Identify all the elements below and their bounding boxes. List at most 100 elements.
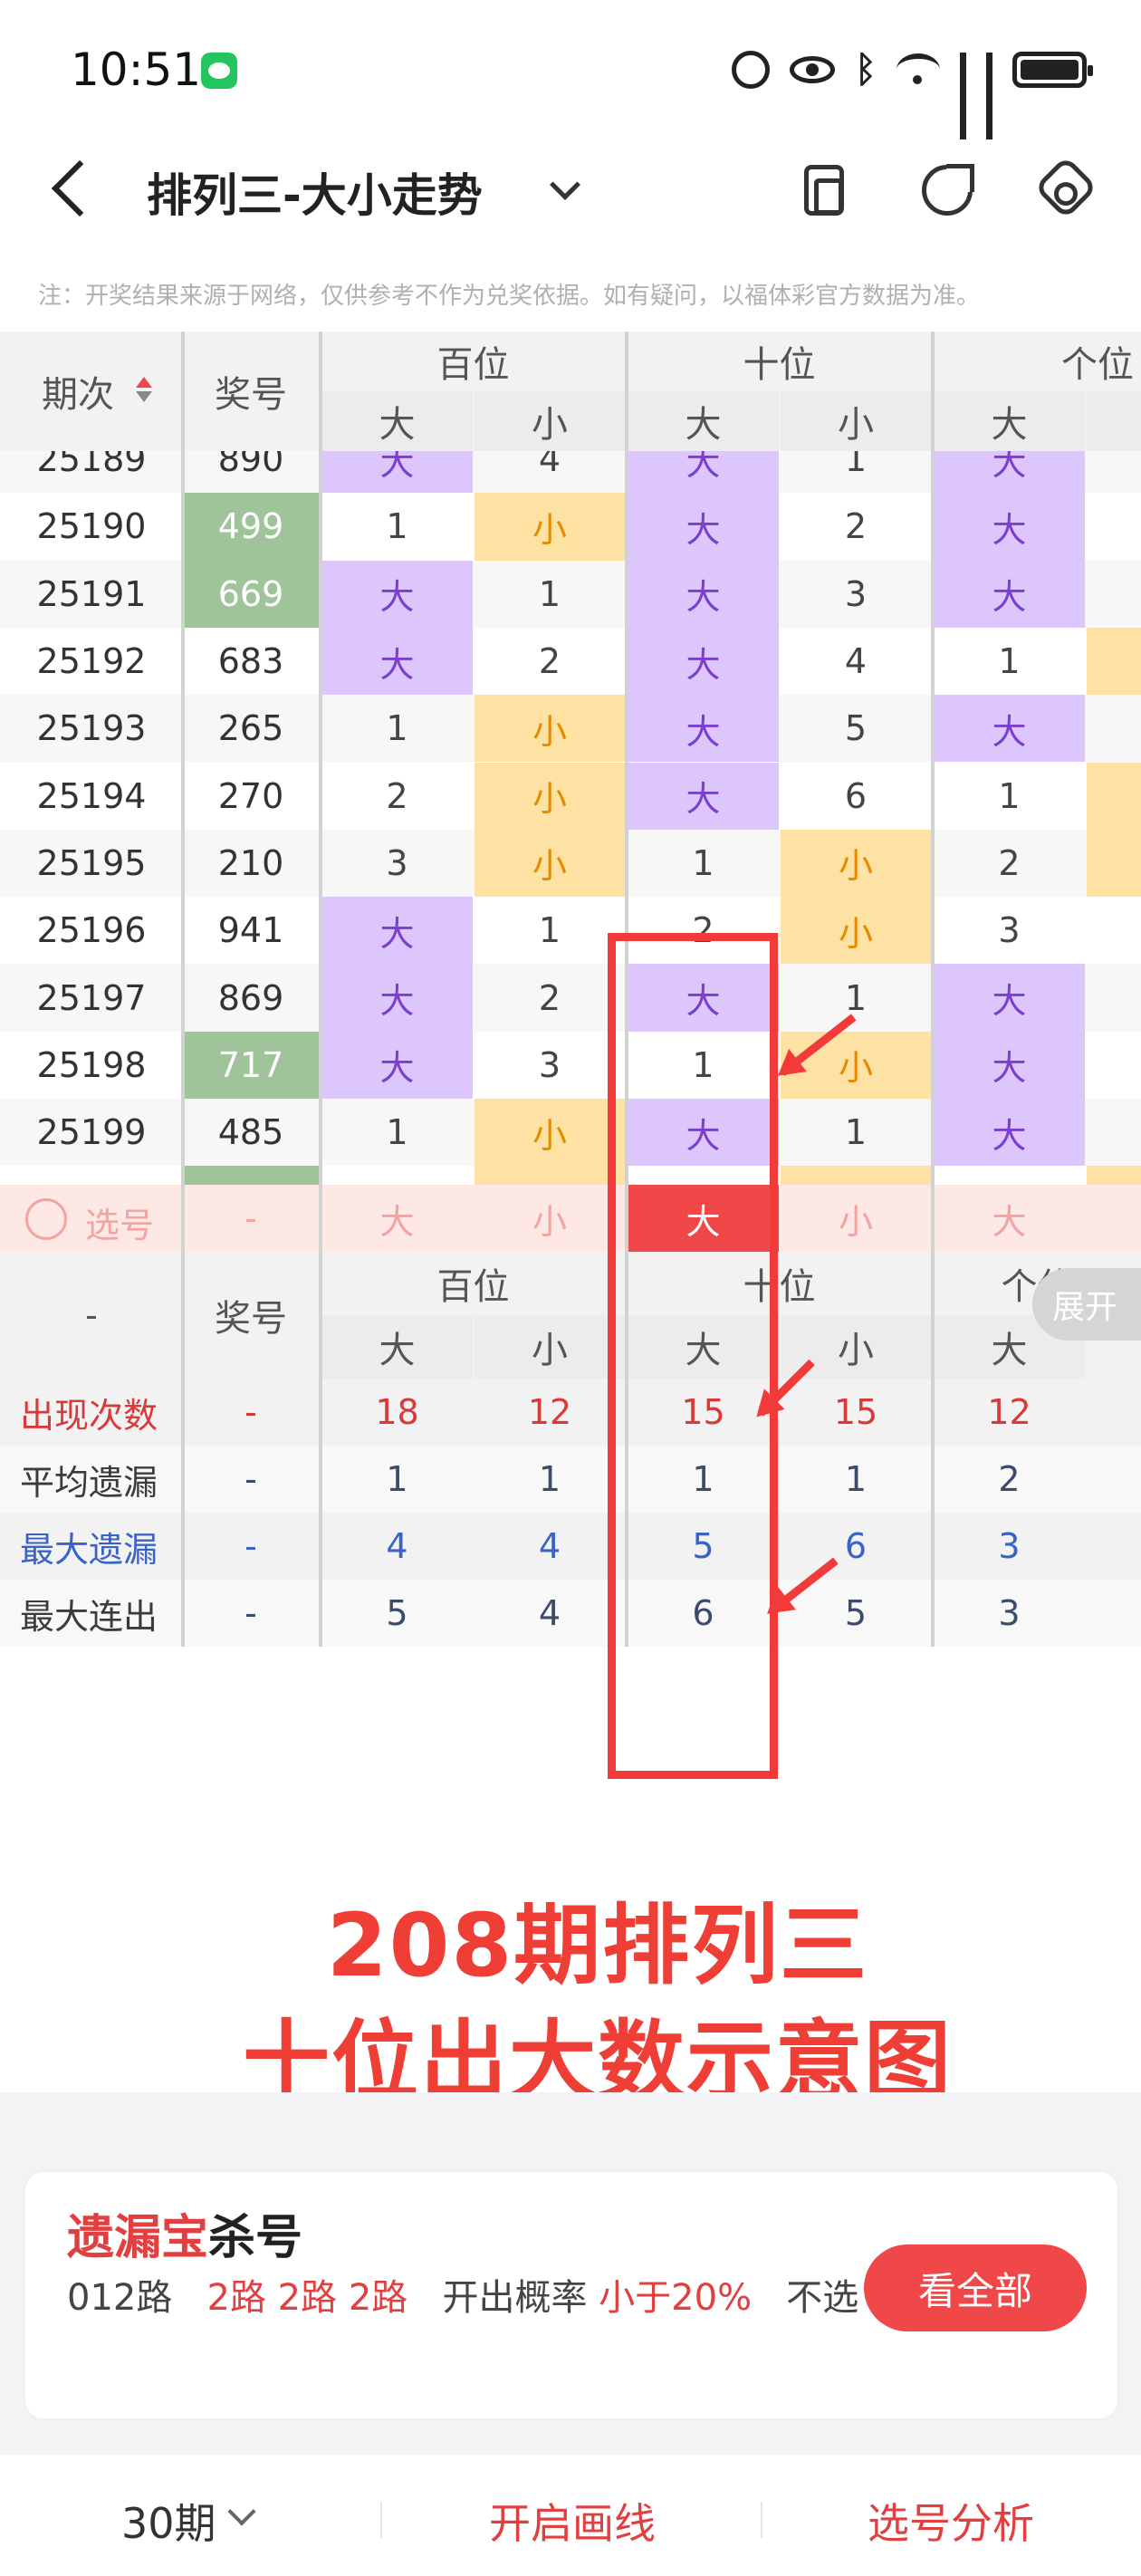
- trend-cell-c6: [1087, 695, 1141, 762]
- trend-cell-c6: [1087, 964, 1141, 1031]
- trend-cell-c2: 1: [538, 573, 561, 614]
- trend-cell-c1: 1: [386, 506, 408, 547]
- wifi-icon: [896, 53, 940, 86]
- stats-value: 4: [538, 1526, 561, 1566]
- prize-number-cell: 211: [183, 1166, 319, 1185]
- stats-row: 出现次数 -18 12 15 15 12: [0, 1379, 1141, 1446]
- pick-label[interactable]: 选号: [85, 1197, 154, 1247]
- tens-header: 十位: [743, 344, 816, 386]
- trend-cell-c1: 大: [321, 964, 473, 1032]
- trend-cell-c4: 3: [844, 573, 868, 614]
- prize-number-cell: 265: [217, 708, 284, 749]
- stats-value: 1: [386, 1459, 408, 1499]
- nav-bar: 排列三-大小走势: [0, 136, 1141, 250]
- table-row: 25196 941 大 1 2 小 3: [0, 897, 1141, 965]
- stats-row: 最大连出 -5 4 6 5 3: [0, 1580, 1141, 1647]
- pick-circle-icon[interactable]: [25, 1198, 67, 1240]
- trend-cell-c5: 大: [934, 1099, 1085, 1167]
- trend-cell-c2: 1: [538, 910, 561, 951]
- trend-cell-c2: 小: [475, 695, 625, 763]
- table-body[interactable]: 25189 890 大 4 大 1 大 25190 499 1 小大 2 大 25191 669 大 1 大 3 大 2…: [0, 451, 1141, 1185]
- stats-dash: -: [244, 1526, 257, 1566]
- prize-number-cell: 499: [183, 493, 319, 561]
- stats-value: 4: [538, 1593, 561, 1633]
- alarm-icon: [732, 51, 770, 89]
- card-title-brand: 遗漏宝: [67, 2211, 209, 2265]
- tens-small-header: 小: [781, 391, 931, 451]
- back-icon[interactable]: [51, 159, 109, 217]
- trend-cell-c5: 2: [998, 842, 1021, 883]
- table-footer-header: - 奖号 百位 十位 个位 大 小 大 小 大: [0, 1252, 1141, 1379]
- pick-row[interactable]: 选号 - 大 小 大 小 大: [0, 1185, 1141, 1252]
- period-cell: 25196: [36, 910, 147, 951]
- view-all-button[interactable]: 看全部: [864, 2244, 1087, 2331]
- divider: [319, 332, 322, 1647]
- period-cell: 25199: [36, 1112, 147, 1153]
- period-cell: 25192: [36, 641, 147, 682]
- trend-cell-c3: 大: [628, 627, 779, 696]
- status-icons: ᛒ: [732, 45, 1093, 139]
- number-analysis-button[interactable]: 选号分析: [868, 2491, 1034, 2551]
- trend-cell-c3: 大: [628, 560, 779, 628]
- eye-icon: [790, 56, 835, 83]
- pick-tens-small[interactable]: 小: [781, 1185, 931, 1252]
- kill-number-card: 遗漏宝杀号 012路 2路 2路 2路 开出概率 小于20% 不选 看全部: [25, 2172, 1117, 2418]
- period-cell: 25194: [36, 775, 147, 816]
- pick-hundreds-big[interactable]: 大: [321, 1185, 473, 1252]
- page-title[interactable]: 排列三-大小走势: [147, 159, 483, 225]
- share-icon[interactable]: [922, 164, 974, 216]
- trend-cell-c1: 大: [321, 451, 473, 494]
- signal-icon: [960, 53, 966, 139]
- period-cell: 25190: [36, 506, 147, 547]
- card-prob-value: 小于20%: [599, 2277, 753, 2319]
- sort-down-icon[interactable]: [136, 391, 152, 402]
- trend-cell-c4: 1: [844, 1112, 868, 1153]
- chevron-down-icon[interactable]: [227, 2497, 256, 2526]
- trend-cell-c5: 大: [934, 964, 1085, 1032]
- stats-value: 5: [386, 1593, 408, 1633]
- trend-cell-c1: 1: [386, 1112, 408, 1153]
- trend-cell-c2: 4: [538, 451, 561, 480]
- divider: [761, 2502, 762, 2538]
- battery-icon: [1012, 52, 1093, 88]
- signal-icon-2: [986, 53, 992, 139]
- prize-number-cell: 210: [217, 842, 284, 883]
- trend-cell-c3: 大: [628, 695, 779, 763]
- card-routes: 2路 2路 2路: [206, 2277, 408, 2319]
- bluetooth-icon: ᛒ: [855, 49, 877, 91]
- stats-value: 12: [527, 1392, 572, 1432]
- period-cell: 25195: [36, 842, 147, 883]
- trend-cell-c6: [1087, 493, 1141, 560]
- footer-dash: -: [85, 1295, 98, 1335]
- draw-lines-button[interactable]: 开启画线: [489, 2491, 656, 2551]
- pick-hundreds-small[interactable]: 小: [475, 1185, 625, 1252]
- table-row: 25195 210 3 小 1 小 2: [0, 829, 1141, 898]
- expand-button[interactable]: 展开: [1032, 1268, 1141, 1341]
- trend-cell-c3: 大: [628, 762, 779, 830]
- periods-selector[interactable]: 30期: [121, 2491, 216, 2551]
- prize-header: 奖号: [215, 374, 287, 416]
- status-time: 10:51: [71, 43, 202, 96]
- table-row: 25191 669 大 1 大 3 大: [0, 560, 1141, 628]
- period-header[interactable]: 期次: [0, 332, 183, 451]
- prize-number-cell: 669: [183, 560, 319, 628]
- trend-cell-c5: 1: [934, 1166, 1085, 1185]
- hundreds-header: 百位: [436, 344, 510, 386]
- stats-value: 2: [998, 1459, 1021, 1499]
- settings-icon[interactable]: [1033, 155, 1098, 220]
- device-icon[interactable]: [804, 165, 844, 216]
- trend-cell-c6: [1087, 762, 1141, 830]
- prize-number-cell: 270: [217, 775, 284, 816]
- wechat-icon: [201, 53, 237, 89]
- pick-units-big[interactable]: 大: [934, 1185, 1085, 1252]
- sort-up-icon[interactable]: [136, 377, 152, 388]
- trend-cell-c5: 3: [998, 910, 1021, 951]
- stats-value: 3: [998, 1526, 1021, 1566]
- stats-section: 出现次数 -18 12 15 15 12 平均遗漏 -1 1 1 1 2 最大遗漏 -4 4 5 6 3 最大连出 -…: [0, 1379, 1141, 1647]
- trend-cell-c1: 2: [321, 1166, 473, 1185]
- footer-hundreds: 百位: [436, 1266, 510, 1308]
- prize-number-cell: 717: [183, 1031, 319, 1099]
- trend-cell-c4: 6: [844, 775, 868, 816]
- card-title: 遗漏宝杀号: [67, 2199, 302, 2267]
- chevron-down-icon[interactable]: [550, 169, 580, 200]
